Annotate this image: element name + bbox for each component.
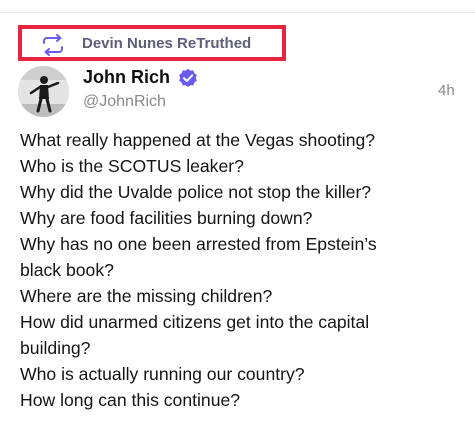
post-line: building?	[20, 338, 91, 358]
post-timestamp[interactable]: 4h	[438, 82, 455, 99]
post-line: black book?	[20, 260, 114, 280]
post-line: Who is actually running our country?	[20, 364, 305, 384]
post-line: Why has no one been arrested from Epstei…	[20, 234, 377, 254]
top-divider	[0, 12, 475, 13]
retruth-banner[interactable]: Devin Nunes ReTruthed	[18, 25, 286, 61]
post-line: Where are the missing children?	[20, 286, 273, 306]
post-body: What really happened at the Vegas shooti…	[20, 127, 470, 413]
post-line: How did unarmed citizens get into the ca…	[20, 312, 370, 332]
verified-badge-icon	[179, 68, 197, 87]
author-name[interactable]: John Rich	[83, 67, 170, 88]
post-line: Why are food facilities burning down?	[20, 208, 313, 228]
avatar[interactable]	[18, 66, 69, 117]
avatar-photo	[18, 66, 69, 117]
retruth-arrows-icon	[43, 34, 63, 56]
post-line: Why did the Uvalde police not stop the k…	[20, 182, 372, 202]
author-handle[interactable]: @JohnRich	[83, 93, 166, 111]
post-line: Who is the SCOTUS leaker?	[20, 156, 244, 176]
retruth-label: Devin Nunes ReTruthed	[82, 35, 252, 52]
post-line: What really happened at the Vegas shooti…	[20, 130, 376, 150]
post-line: How long can this continue?	[20, 390, 241, 410]
